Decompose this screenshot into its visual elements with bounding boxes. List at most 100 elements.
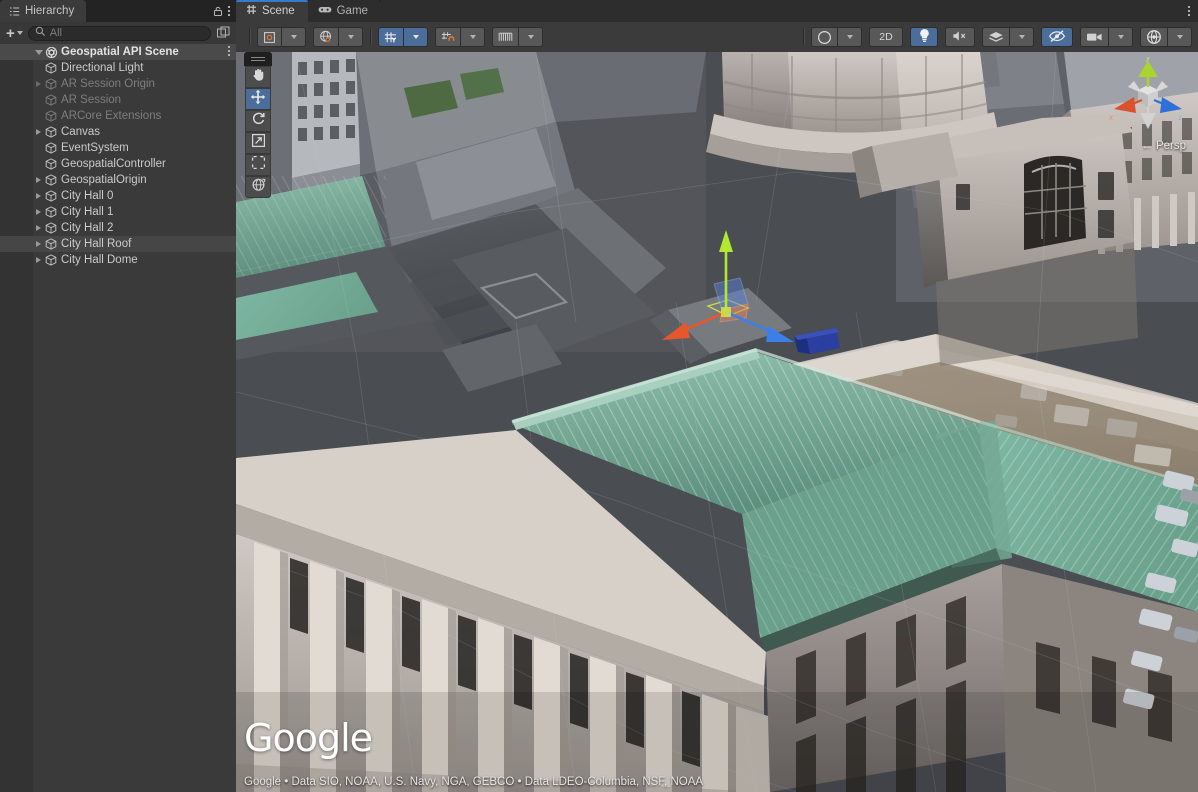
expand-toggle[interactable] [33, 193, 44, 199]
scale-tool[interactable] [245, 132, 271, 154]
expand-toggle[interactable] [33, 129, 44, 135]
hierarchy-item-label: GeospatialOrigin [58, 174, 147, 186]
2d-toggle[interactable]: 2D [869, 27, 903, 47]
hierarchy-item-label: Directional Light [58, 62, 143, 74]
panel-toggle-icon[interactable] [214, 25, 232, 41]
hierarchy-item-city-hall-2[interactable]: City Hall 2 [0, 220, 236, 236]
scene-audio-toggle[interactable] [945, 27, 975, 47]
hierarchy-item-ar-session[interactable]: AR Session [0, 92, 236, 108]
search-placeholder: All [50, 27, 62, 39]
tab-hierarchy[interactable]: Hierarchy [0, 0, 86, 22]
svg-text:Y: Y [391, 35, 396, 43]
scene-tool-palette [244, 52, 272, 198]
scene-toolbar: Y [236, 22, 1198, 52]
shading-mode-button[interactable] [811, 27, 862, 47]
hierarchy-item-directional-light[interactable]: Directional Light [0, 60, 236, 76]
scene-camera-dropdown[interactable] [1109, 27, 1133, 47]
hierarchy-item-arcore-extensions[interactable]: ARCore Extensions [0, 108, 236, 124]
scene-effects-dropdown[interactable] [1010, 27, 1034, 47]
snap-increment-dropdown[interactable] [461, 27, 485, 47]
hierarchy-scene-label: Geospatial API Scene [58, 46, 179, 58]
list-icon [9, 6, 20, 17]
translate-gizmo-icon[interactable] [636, 222, 816, 362]
expand-toggle[interactable] [33, 225, 44, 231]
2d-toggle-label: 2D [879, 31, 892, 43]
camera-icon[interactable] [1080, 27, 1109, 47]
svg-text:x: x [1109, 113, 1113, 122]
scene-row-kebab-menu-icon[interactable] [228, 46, 230, 56]
grid-y-icon[interactable]: Y [378, 27, 404, 47]
expand-toggle[interactable] [33, 81, 44, 87]
projection-mode-label[interactable]: ← Persp [1141, 140, 1186, 152]
expand-toggle[interactable] [33, 241, 44, 247]
scene-expand-toggle[interactable] [33, 50, 44, 55]
shading-mode-dropdown[interactable] [838, 27, 862, 47]
search-icon [35, 24, 46, 42]
expand-toggle[interactable] [33, 209, 44, 215]
toolbar-separator-3 [803, 29, 804, 45]
google-logo: Google [244, 716, 372, 760]
grid-ruler-icon[interactable] [492, 27, 519, 47]
gameobject-icon [44, 110, 58, 122]
scene-viewport[interactable]: y x z ← P [236, 52, 1198, 792]
move-tool[interactable] [245, 88, 271, 110]
scene-lighting-toggle[interactable] [910, 27, 938, 47]
scene-visibility-toggle[interactable] [1041, 27, 1073, 47]
snap-increment-button[interactable] [435, 27, 485, 47]
gizmos-toggle[interactable] [1140, 27, 1192, 47]
shaded-sphere-icon[interactable] [811, 27, 838, 47]
hierarchy-search-row: + All [0, 22, 236, 44]
drag-handle-icon[interactable] [244, 52, 272, 66]
hierarchy-item-city-hall-dome[interactable]: City Hall Dome [0, 252, 236, 268]
globe-icon[interactable] [313, 27, 339, 47]
move-arrows-icon [250, 89, 266, 110]
grid-size-dropdown[interactable] [519, 27, 543, 47]
grid-size-button[interactable] [492, 27, 543, 47]
pivot-dropdown[interactable] [282, 27, 306, 47]
scene-effects-button[interactable] [982, 27, 1034, 47]
hierarchy-item-city-hall-0[interactable]: City Hall 0 [0, 188, 236, 204]
hierarchy-tree[interactable]: Geospatial API Scene Directional Light AR… [0, 44, 236, 792]
eye-slash-icon [1048, 29, 1066, 46]
tab-game[interactable]: Game [308, 0, 381, 22]
lock-icon[interactable] [212, 5, 224, 17]
hierarchy-item-city-hall-1[interactable]: City Hall 1 [0, 204, 236, 220]
kebab-menu-icon[interactable] [228, 6, 230, 16]
hand-tool[interactable] [245, 66, 271, 88]
gameobject-icon [44, 238, 58, 250]
rect-tool[interactable] [245, 154, 271, 176]
pivot-icon[interactable] [257, 27, 282, 47]
hierarchy-item-city-hall-roof[interactable]: City Hall Roof [0, 236, 236, 252]
tab-scene[interactable]: Scene [236, 0, 308, 22]
expand-toggle[interactable] [33, 177, 44, 183]
scene-kebab-menu-icon[interactable] [1188, 6, 1190, 16]
hierarchy-item-canvas[interactable]: Canvas [0, 124, 236, 140]
hierarchy-item-label: City Hall Dome [58, 254, 138, 266]
speaker-mute-icon [952, 29, 968, 46]
gameobject-icon [44, 174, 58, 186]
hand-icon [251, 67, 266, 87]
unity-editor-window: Hierarchy + [0, 0, 1198, 792]
handle-space-toggle[interactable] [313, 27, 363, 47]
scene-camera-button[interactable] [1080, 27, 1133, 47]
search-input[interactable]: All [28, 26, 211, 41]
hierarchy-scene-row[interactable]: Geospatial API Scene [0, 44, 236, 60]
grid-axis-dropdown[interactable] [404, 27, 428, 47]
grid-magnet-icon[interactable] [435, 27, 461, 47]
expand-toggle[interactable] [33, 257, 44, 263]
hierarchy-item-geospatialcontroller[interactable]: GeospatialController [0, 156, 236, 172]
hierarchy-item-ar-session-origin[interactable]: AR Session Origin [0, 76, 236, 92]
hierarchy-item-eventsystem[interactable]: EventSystem [0, 140, 236, 156]
handle-space-dropdown[interactable] [339, 27, 363, 47]
gizmos-icon[interactable] [1140, 27, 1168, 47]
gizmos-dropdown[interactable] [1168, 27, 1192, 47]
effects-icon[interactable] [982, 27, 1010, 47]
rotate-tool[interactable] [245, 110, 271, 132]
gameobject-icon [44, 142, 58, 154]
add-gameobject-button[interactable]: + [4, 27, 25, 40]
pivot-toggle[interactable] [257, 27, 306, 47]
grid-axis-button[interactable]: Y [378, 27, 428, 47]
hierarchy-item-label: AR Session Origin [58, 78, 155, 90]
hierarchy-item-geospatialorigin[interactable]: GeospatialOrigin [0, 172, 236, 188]
transform-tool[interactable] [245, 176, 271, 198]
